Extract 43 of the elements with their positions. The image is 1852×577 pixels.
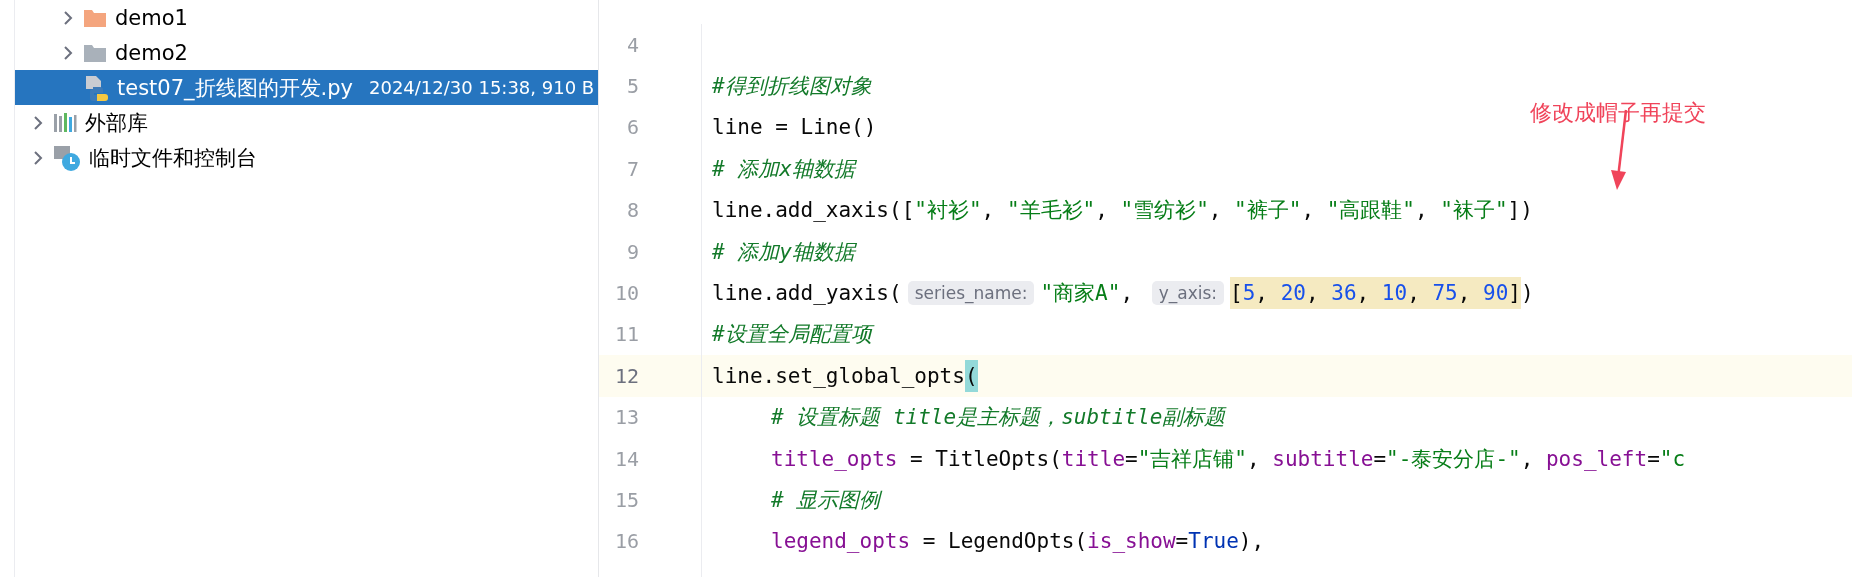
tree-item[interactable]: 临时文件和控制台 xyxy=(15,140,598,175)
file-meta: 2024/12/30 15:38, 910 B xyxy=(369,77,595,98)
line-number: 10 xyxy=(613,280,640,308)
scratch-clock-icon xyxy=(53,143,81,172)
code-line: line.add_xaxis(["衬衫", "羊毛衫", "雪纺衫", "裤子", "高跟鞋", "袜子"]) xyxy=(712,197,1533,225)
chevron-icon[interactable] xyxy=(61,9,75,26)
line-number: 4 xyxy=(625,31,640,59)
chevron-icon[interactable] xyxy=(31,149,45,166)
line-number: 8 xyxy=(625,197,640,225)
line-number: 15 xyxy=(613,487,640,514)
line-number: 7 xyxy=(625,155,640,183)
code-line: # 添加x轴数据 xyxy=(712,155,855,183)
tree-item[interactable]: 外部库 xyxy=(15,105,598,140)
tree-item[interactable]: demo1 xyxy=(15,0,598,35)
python-file-icon xyxy=(83,73,109,102)
chevron-icon[interactable] xyxy=(61,44,75,61)
line-number: 16 xyxy=(613,528,640,556)
line-number: 5 xyxy=(625,73,640,101)
tree-item-label: test07_折线图的开发.py xyxy=(117,74,353,102)
line-number: 6 xyxy=(625,114,640,142)
line-number: 12 xyxy=(599,355,701,397)
annotation-text: 修改成帽子再提交 xyxy=(1530,99,1706,127)
code-line: # 显示图例 xyxy=(771,487,881,514)
code-line: line.set_global_opts( xyxy=(712,359,978,392)
line-number: 13 xyxy=(613,404,640,432)
tree-item[interactable]: demo2 xyxy=(15,35,598,70)
code-line: # 添加y轴数据 xyxy=(712,238,855,266)
code-line: legend_opts = LegendOpts(is_show=True), xyxy=(771,528,1265,556)
tree-item-label: demo2 xyxy=(115,40,188,65)
code-line: title_opts = TitleOpts(title="吉祥店铺", subtitle="-泰安分店-", pos_left="c xyxy=(771,445,1686,473)
line-number: 9 xyxy=(625,238,640,266)
code-line: #得到折线图对象 xyxy=(712,73,872,101)
chevron-icon[interactable] xyxy=(31,114,45,131)
tree-item-label: 临时文件和控制台 xyxy=(89,144,257,172)
tree-item[interactable]: test07_折线图的开发.py 2024/12/30 15:38, 910 B xyxy=(15,70,598,105)
code-line: line.add_yaxis( series_name: "商家A", y_axis: [5, 20, 36, 10, 75, 90]) xyxy=(712,277,1534,310)
library-icon xyxy=(53,111,77,134)
code-line: # 设置标题 title是主标题，subtitle副标题 xyxy=(771,404,1226,432)
line-number: 11 xyxy=(613,321,640,349)
line-number: 14 xyxy=(613,445,640,473)
tree-item-label: 外部库 xyxy=(85,109,148,137)
code-line: line = Line() xyxy=(712,114,877,142)
tree-item-label: demo1 xyxy=(115,5,188,30)
